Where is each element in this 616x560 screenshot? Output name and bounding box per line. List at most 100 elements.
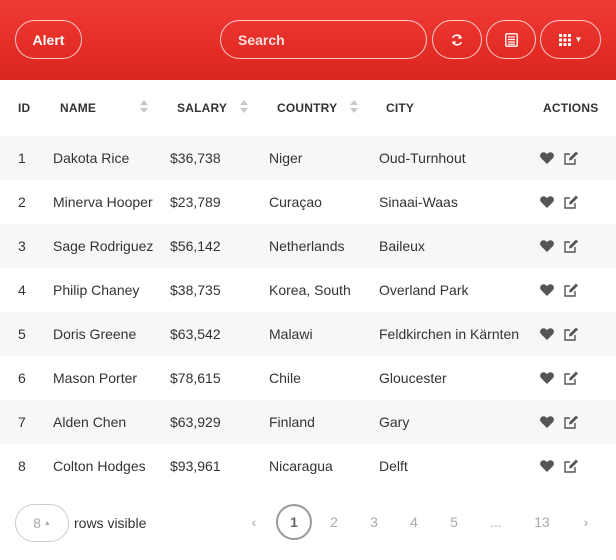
refresh-button[interactable] bbox=[432, 20, 482, 59]
edit-icon[interactable] bbox=[563, 458, 579, 474]
pagination-next[interactable]: › bbox=[574, 514, 598, 530]
cell-country: Nicaragua bbox=[269, 458, 333, 474]
column-header-salary[interactable]: Salary bbox=[177, 100, 227, 116]
alert-button[interactable]: Alert bbox=[15, 20, 82, 59]
table-header: ID Name Salary Country City Actions bbox=[0, 80, 616, 136]
cell-id: 4 bbox=[18, 282, 26, 298]
cell-id: 6 bbox=[18, 370, 26, 386]
cell-name: Dakota Rice bbox=[53, 150, 130, 166]
search-box[interactable] bbox=[220, 20, 427, 59]
cell-salary: $78,615 bbox=[170, 370, 221, 386]
sort-icon[interactable] bbox=[350, 98, 358, 116]
pagination-page-13[interactable]: 13 bbox=[530, 514, 554, 530]
cell-city: Delft bbox=[379, 458, 408, 474]
edit-icon[interactable] bbox=[563, 238, 579, 254]
search-input[interactable] bbox=[238, 31, 418, 48]
cell-name: Alden Chen bbox=[53, 414, 127, 430]
table-row: 3 Sage Rodriguez $56,142 Netherlands Bai… bbox=[0, 224, 616, 268]
cell-salary: $56,142 bbox=[170, 238, 221, 254]
table-row: 4 Philip Chaney $38,735 Korea, South Ove… bbox=[0, 268, 616, 312]
cell-id: 2 bbox=[18, 194, 26, 210]
toggle-view-button[interactable] bbox=[486, 20, 536, 59]
pagination-prev[interactable]: ‹ bbox=[242, 514, 266, 530]
pagination-page-4[interactable]: 4 bbox=[402, 514, 426, 530]
table-body: 1 Dakota Rice $36,738 Niger Oud-Turnhout… bbox=[0, 136, 616, 488]
table-toolbar: Alert ▼ bbox=[0, 0, 616, 80]
cell-salary: $63,929 bbox=[170, 414, 221, 430]
column-header-id[interactable]: ID bbox=[18, 100, 30, 116]
heart-icon[interactable] bbox=[539, 194, 555, 210]
column-header-city[interactable]: City bbox=[386, 100, 414, 116]
cell-city: Feldkirchen in Kärnten bbox=[379, 326, 520, 342]
cell-id: 8 bbox=[18, 458, 26, 474]
pagination-page-1[interactable]: 1 bbox=[276, 504, 312, 540]
heart-icon[interactable] bbox=[539, 458, 555, 474]
cell-city: Gloucester bbox=[379, 370, 447, 386]
rows-per-page-select[interactable]: 8 ▲ bbox=[15, 504, 69, 542]
table-row: 2 Minerva Hooper $23,789 Curaçao Sinaai-… bbox=[0, 180, 616, 224]
chevron-down-icon: ▼ bbox=[574, 35, 583, 44]
pagination-page-2[interactable]: 2 bbox=[322, 514, 346, 530]
table-row: 5 Doris Greene $63,542 Malawi Feldkirche… bbox=[0, 312, 616, 356]
cell-name: Mason Porter bbox=[53, 370, 138, 386]
cell-country: Niger bbox=[269, 150, 303, 166]
cell-city: Oud-Turnhout bbox=[379, 150, 466, 166]
edit-icon[interactable] bbox=[563, 194, 579, 210]
sort-icon[interactable] bbox=[140, 98, 148, 116]
list-view-icon bbox=[504, 32, 518, 47]
cell-city: Overland Park bbox=[379, 282, 469, 298]
pagination-page-3[interactable]: 3 bbox=[362, 514, 386, 530]
heart-icon[interactable] bbox=[539, 282, 555, 298]
edit-icon[interactable] bbox=[563, 326, 579, 342]
cell-country: Netherlands bbox=[269, 238, 345, 254]
pagination-ellipsis: ... bbox=[490, 514, 502, 530]
rows-per-page-value: 8 bbox=[33, 515, 41, 531]
edit-icon[interactable] bbox=[563, 150, 579, 166]
cell-name: Sage Rodriguez bbox=[53, 238, 154, 254]
cell-id: 5 bbox=[18, 326, 26, 342]
cell-salary: $63,542 bbox=[170, 326, 221, 342]
cell-salary: $93,961 bbox=[170, 458, 221, 474]
cell-country: Finland bbox=[269, 414, 315, 430]
cell-name: Philip Chaney bbox=[53, 282, 140, 298]
edit-icon[interactable] bbox=[563, 370, 579, 386]
cell-salary: $23,789 bbox=[170, 194, 221, 210]
rows-visible-label: rows visible bbox=[74, 515, 147, 531]
cell-city: Baileux bbox=[379, 238, 425, 254]
table-row: 7 Alden Chen $63,929 Finland Gary bbox=[0, 400, 616, 444]
column-header-actions: Actions bbox=[543, 101, 599, 115]
refresh-icon bbox=[451, 33, 463, 46]
cell-name: Minerva Hooper bbox=[53, 194, 153, 210]
sort-icon[interactable] bbox=[240, 98, 248, 116]
heart-icon[interactable] bbox=[539, 150, 555, 166]
cell-city: Gary bbox=[379, 414, 410, 430]
pagination-page-5[interactable]: 5 bbox=[442, 514, 466, 530]
caret-up-icon: ▲ bbox=[43, 519, 51, 527]
table-row: 6 Mason Porter $78,615 Chile Gloucester bbox=[0, 356, 616, 400]
heart-icon[interactable] bbox=[539, 414, 555, 430]
cell-country: Korea, South bbox=[269, 282, 351, 298]
cell-id: 7 bbox=[18, 414, 26, 430]
cell-name: Doris Greene bbox=[53, 326, 137, 342]
grid-icon bbox=[558, 33, 571, 46]
column-header-country[interactable]: Country bbox=[277, 100, 337, 116]
edit-icon[interactable] bbox=[563, 414, 579, 430]
cell-salary: $38,735 bbox=[170, 282, 221, 298]
cell-salary: $36,738 bbox=[170, 150, 221, 166]
cell-country: Chile bbox=[269, 370, 301, 386]
cell-city: Sinaai-Waas bbox=[379, 194, 458, 210]
columns-button[interactable]: ▼ bbox=[540, 20, 601, 59]
column-header-name[interactable]: Name bbox=[60, 100, 96, 116]
table-footer: 8 ▲ rows visible ‹ 1 2 3 4 5 ... 13 › bbox=[0, 500, 616, 560]
cell-country: Curaçao bbox=[269, 194, 322, 210]
heart-icon[interactable] bbox=[539, 326, 555, 342]
edit-icon[interactable] bbox=[563, 282, 579, 298]
cell-id: 1 bbox=[18, 150, 26, 166]
cell-country: Malawi bbox=[269, 326, 313, 342]
table-row: 8 Colton Hodges $93,961 Nicaragua Delft bbox=[0, 444, 616, 488]
heart-icon[interactable] bbox=[539, 238, 555, 254]
cell-id: 3 bbox=[18, 238, 26, 254]
table-row: 1 Dakota Rice $36,738 Niger Oud-Turnhout bbox=[0, 136, 616, 180]
heart-icon[interactable] bbox=[539, 370, 555, 386]
cell-name: Colton Hodges bbox=[53, 458, 146, 474]
